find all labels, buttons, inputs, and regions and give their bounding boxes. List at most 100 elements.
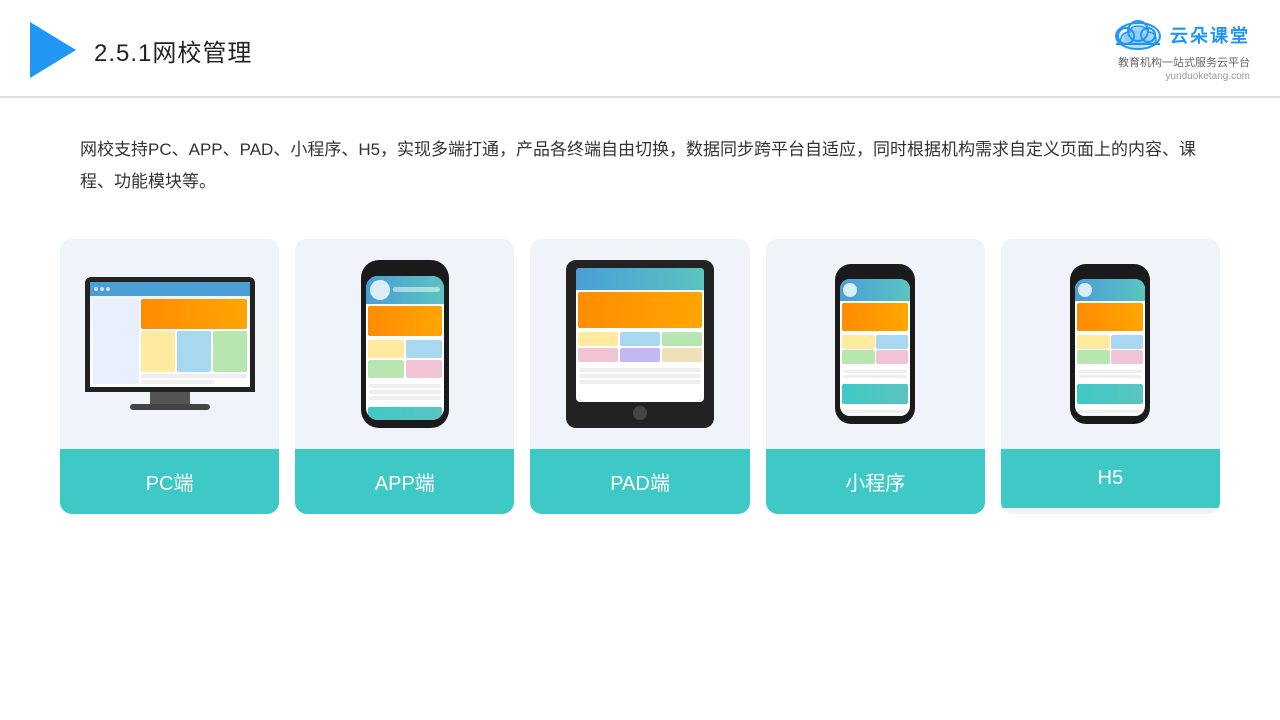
tablet-line-1: [579, 368, 701, 372]
pc-dot-3: [106, 287, 110, 291]
tablet-home-button: [633, 406, 647, 420]
phone-line-3: [369, 396, 441, 400]
tgrid-2: [620, 332, 660, 346]
pad-screen-banner: [578, 292, 702, 328]
brand-logo: 云朵课堂 教育机构一站式服务云平台 yunduoketang.com: [1112, 18, 1250, 82]
mini-screen-lines: [840, 366, 910, 382]
title-prefix: 2.5.1: [94, 40, 152, 67]
mini-screen-top: [840, 279, 910, 301]
cloud-logo-group: 云朵课堂: [1112, 18, 1250, 52]
h5-screen-top: [1075, 279, 1145, 301]
app-screen-lines: [366, 380, 444, 404]
mini-line-4: [843, 415, 907, 416]
mgrid-3: [842, 350, 875, 364]
h5-screen-lines-2: [1075, 406, 1145, 416]
logo-subtitle: 教育机构一站式服务云平台: [1118, 54, 1250, 70]
phone-line-1: [369, 384, 441, 388]
logo-url: yunduoketang.com: [1165, 71, 1250, 82]
grid-item-1: [368, 340, 404, 358]
h5-avatar: [1078, 283, 1092, 297]
miniprogram-phone-mockup: [835, 264, 915, 424]
tgrid-6: [662, 348, 702, 362]
app-phone-screen: [366, 276, 444, 420]
tgrid-3: [662, 332, 702, 346]
mgrid-4: [876, 350, 909, 364]
h5-line-2: [1078, 375, 1142, 378]
mini-green-block: [842, 384, 908, 404]
description-content: 网校支持PC、APP、PAD、小程序、H5，实现多端打通，产品各终端自由切换，数…: [80, 140, 1196, 191]
pad-mockup: [566, 260, 714, 428]
mini-avatar: [843, 283, 857, 297]
pad-outer: [566, 260, 714, 428]
tablet-line-3: [579, 380, 701, 384]
app-screen-top: [366, 276, 444, 304]
pc-base: [130, 404, 210, 410]
header-left: 2.5.1网校管理: [30, 22, 252, 78]
mini-line-3: [843, 410, 907, 413]
h5-line-4: [1078, 415, 1142, 416]
grid-item-2: [406, 340, 442, 358]
card-miniprogram-image: [766, 239, 985, 449]
app-phone-mockup: [361, 260, 449, 428]
card-miniprogram-label: 小程序: [766, 449, 985, 514]
mini-line-1: [843, 370, 907, 373]
pc-screen: [85, 277, 255, 392]
h5-notch: [1098, 273, 1122, 278]
mini-screen-lines-2: [840, 406, 910, 416]
card-pad: PAD端: [530, 239, 749, 514]
cards-container: PC端: [0, 219, 1280, 514]
card-app: APP端: [295, 239, 514, 514]
tgrid-5: [620, 348, 660, 362]
phone-notch: [391, 270, 419, 276]
page-title: 2.5.1网校管理: [94, 33, 252, 68]
card-h5: H5: [1001, 239, 1220, 514]
mini-screen-grid: [840, 333, 910, 366]
h5-green-block: [1077, 384, 1143, 404]
h5-screen: [1075, 279, 1145, 416]
card-pc-label: PC端: [60, 449, 279, 514]
h5-line-3: [1078, 410, 1142, 413]
h5-screen-lines: [1075, 366, 1145, 382]
title-main: 网校管理: [152, 40, 252, 67]
hgrid-1: [1077, 335, 1110, 349]
description-text: 网校支持PC、APP、PAD、小程序、H5，实现多端打通，产品各终端自由切换，数…: [0, 98, 1280, 219]
tgrid-1: [578, 332, 618, 346]
hgrid-3: [1077, 350, 1110, 364]
h5-line-1: [1078, 370, 1142, 373]
tablet-line-2: [579, 374, 701, 378]
pad-screen-grid: [576, 330, 704, 364]
app-screen-banner: [368, 306, 442, 336]
card-pc-image: [60, 239, 279, 449]
card-app-image: [295, 239, 514, 449]
h5-phone-outer: [1070, 264, 1150, 424]
card-app-label: APP端: [295, 449, 514, 514]
grid-item-4: [406, 360, 442, 378]
card-h5-image: [1001, 239, 1220, 449]
pc-stand: [150, 392, 190, 404]
card-pc: PC端: [60, 239, 279, 514]
card-pad-image: [530, 239, 749, 449]
h5-screen-grid: [1075, 333, 1145, 366]
pc-dot-2: [100, 287, 104, 291]
logo-triangle-icon: [30, 22, 76, 78]
phone-line-2: [369, 390, 441, 394]
pc-mockup: [85, 277, 255, 410]
card-pad-label: PAD端: [530, 449, 749, 514]
pc-dot-1: [94, 287, 98, 291]
pc-screen-content: [90, 282, 250, 387]
tgrid-4: [578, 348, 618, 362]
mini-notch: [863, 273, 887, 278]
hgrid-4: [1111, 350, 1144, 364]
mini-screen-banner: [842, 303, 908, 331]
h5-screen-banner: [1077, 303, 1143, 331]
pc-screen-bar: [90, 282, 250, 296]
hgrid-2: [1111, 335, 1144, 349]
pad-screen-top: [576, 268, 704, 290]
cloud-icon: [1112, 18, 1164, 52]
app-screen-grid: [366, 338, 444, 380]
miniprogram-screen: [840, 279, 910, 416]
card-miniprogram: 小程序: [766, 239, 985, 514]
miniprogram-phone-outer: [835, 264, 915, 424]
card-h5-label: H5: [1001, 449, 1220, 508]
app-phone-outer: [361, 260, 449, 428]
